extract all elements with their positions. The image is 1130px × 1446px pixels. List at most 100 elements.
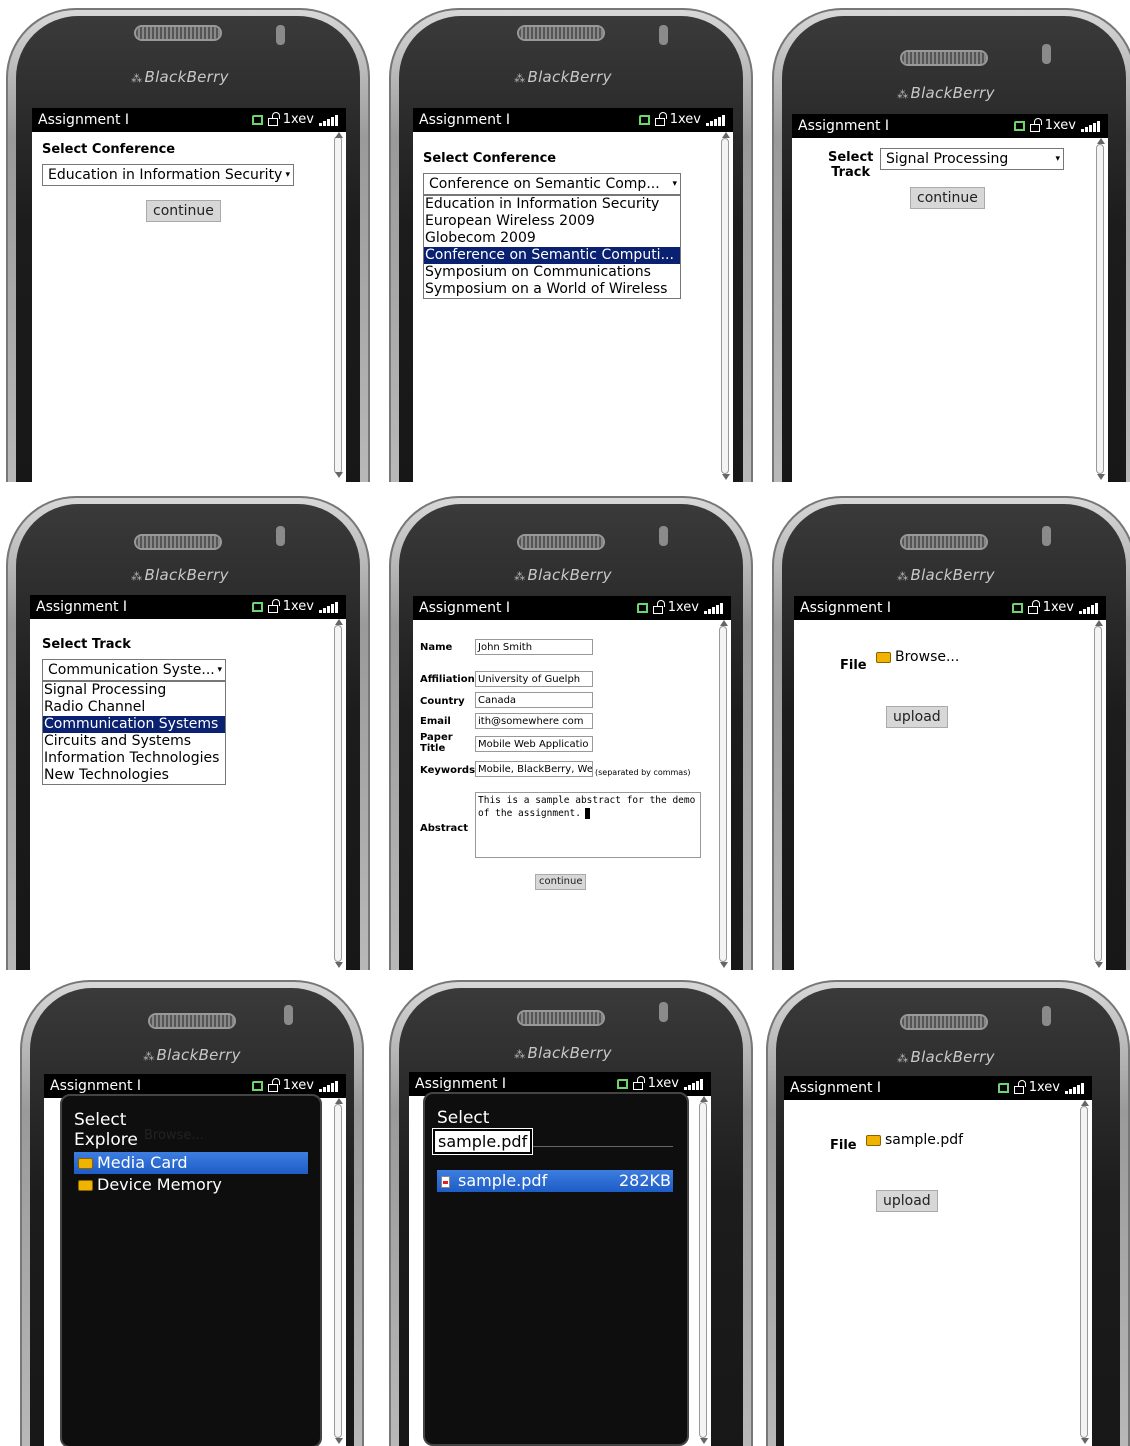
browse-button[interactable]: Browse... <box>876 649 959 665</box>
scrollbar[interactable] <box>334 625 342 962</box>
file-label: File <box>840 658 867 673</box>
dropdown-option-selected[interactable]: Conference on Semantic Computi... <box>424 247 680 264</box>
dropdown-option[interactable]: Globecom 2009 <box>424 230 680 247</box>
conference-select-value: Education in Information Security <box>48 167 283 183</box>
status-area: 1xev <box>636 596 723 620</box>
scroll-down-arrow-icon <box>722 474 730 480</box>
scroll-up-arrow-icon <box>720 620 728 626</box>
selected-file[interactable]: sample.pdf <box>866 1132 963 1148</box>
brand-logo: ⁂ BlackBerry <box>131 566 229 584</box>
dialog-title: Select <box>437 1108 490 1128</box>
dropdown-option[interactable]: Circuits and Systems <box>43 733 225 750</box>
camera-icon <box>659 25 668 45</box>
carrier-text: 1xev <box>282 112 314 127</box>
chevron-down-icon: ▾ <box>217 665 222 675</box>
network-icon <box>638 115 650 125</box>
phone-screen-8: ⁂ BlackBerry Assignment I 1xev Select sam… <box>383 972 759 1446</box>
dropdown-option[interactable]: Radio Channel <box>43 699 225 716</box>
dropdown-option[interactable]: Information Technologies <box>43 750 225 767</box>
dropdown-option[interactable]: Symposium on a World of Wireless <box>424 281 680 298</box>
affiliation-field[interactable]: University of Guelph <box>475 671 593 687</box>
status-area: 1xev <box>638 108 725 132</box>
dropdown-option[interactable]: European Wireless 2009 <box>424 213 680 230</box>
filename-tooltip: sample.pdf <box>433 1129 533 1154</box>
email-field[interactable]: ith@somewhere com <box>475 713 593 729</box>
scrollbar[interactable] <box>1096 144 1104 474</box>
screen: Assignment I 1xev File Browse... upload <box>794 596 1106 970</box>
scrollbar[interactable] <box>334 1104 342 1438</box>
camera-icon <box>659 526 668 546</box>
scroll-down-arrow-icon <box>1097 474 1105 480</box>
brand-logo: ⁂ BlackBerry <box>514 68 612 86</box>
speaker-grille <box>902 536 986 548</box>
dropdown-option[interactable]: Signal Processing <box>43 682 225 699</box>
signal-icon <box>319 1080 338 1092</box>
scrollbar[interactable] <box>721 138 729 474</box>
phone-screen-3: ⁂ BlackBerry Assignment I 1xev Select Tra… <box>766 0 1130 482</box>
carrier-text: 1xev <box>282 599 314 614</box>
dialog-title: Select Explore <box>74 1110 138 1150</box>
camera-icon <box>276 526 285 546</box>
signal-icon <box>319 601 338 613</box>
camera-icon <box>284 1005 293 1025</box>
scrollbar[interactable] <box>699 1102 707 1438</box>
dropdown-option[interactable]: Symposium on Communications <box>424 264 680 281</box>
continue-button[interactable]: continue <box>535 874 587 890</box>
track-select[interactable]: Signal Processing ▾ <box>880 148 1064 170</box>
brand-logo: ⁂ BlackBerry <box>897 1048 995 1066</box>
scroll-down-arrow-icon <box>335 962 343 968</box>
track-select[interactable]: Communication Syste... ▾ <box>42 659 226 681</box>
dropdown-option-selected[interactable]: Communication Systems <box>43 716 225 733</box>
continue-button[interactable]: continue <box>910 187 985 209</box>
title-bar: Assignment I 1xev <box>413 108 733 132</box>
carrier-text: 1xev <box>1044 118 1076 133</box>
continue-button[interactable]: continue <box>146 200 221 222</box>
phone-screen-5: ⁂ BlackBerry Assignment I 1xev Name John … <box>383 488 759 970</box>
app-title: Assignment I <box>798 118 890 134</box>
explore-item-selected[interactable]: Media Card <box>74 1152 308 1174</box>
paper-title-field[interactable]: Mobile Web Applicatio <box>475 736 593 752</box>
lock-icon <box>267 1078 280 1092</box>
chevron-down-icon: ▾ <box>672 179 677 189</box>
upload-button[interactable]: upload <box>886 706 948 728</box>
scroll-down-arrow-icon <box>700 1438 708 1444</box>
chevron-down-icon: ▾ <box>1055 154 1060 164</box>
file-name: sample.pdf <box>458 1171 548 1190</box>
explore-item[interactable]: Device Memory <box>74 1174 308 1196</box>
screen: Assignment I 1xev Select Conference Educ… <box>32 108 346 482</box>
scroll-down-arrow-icon <box>1095 962 1103 968</box>
scrollbar[interactable] <box>719 626 727 962</box>
conference-select[interactable]: Conference on Semantic Comp... ▾ <box>423 173 681 195</box>
file-list-item-selected[interactable]: sample.pdf 282KB <box>437 1170 673 1192</box>
signal-icon <box>1065 1082 1084 1094</box>
select-file-dialog: Select Explore Browse... Media Card Devi… <box>60 1094 322 1446</box>
title-bar: Assignment I 1xev <box>413 596 731 620</box>
upload-button[interactable]: upload <box>876 1190 938 1212</box>
scrollbar[interactable] <box>1094 626 1102 962</box>
carrier-text: 1xev <box>1042 600 1074 615</box>
keywords-hint: (separated by commas) <box>595 768 691 777</box>
country-field[interactable]: Canada <box>475 692 593 708</box>
dropdown-option[interactable]: Education in Information Security <box>424 196 680 213</box>
scrollbar[interactable] <box>334 136 342 474</box>
abstract-textarea[interactable]: This is a sample abstract for the demo o… <box>475 792 701 858</box>
network-icon <box>251 1081 263 1091</box>
name-field[interactable]: John Smith <box>475 639 593 655</box>
speaker-grille <box>150 1015 234 1027</box>
file-size: 282KB <box>618 1171 671 1190</box>
camera-icon <box>659 1002 668 1022</box>
scroll-down-arrow-icon <box>720 962 728 968</box>
network-icon <box>616 1079 628 1089</box>
chevron-down-icon: ▾ <box>285 170 290 180</box>
dropdown-option[interactable]: New Technologies <box>43 767 225 784</box>
speaker-grille <box>136 536 220 548</box>
select-file-dialog: Select sample.pdf sample.pdf 282KB <box>423 1092 689 1446</box>
scrollbar[interactable] <box>1080 1106 1088 1438</box>
signal-icon <box>1081 120 1100 132</box>
brand-logo: ⁂ BlackBerry <box>514 566 612 584</box>
scroll-down-arrow-icon <box>1081 1438 1089 1444</box>
keywords-field[interactable]: Mobile, BlackBerry, We <box>475 761 593 777</box>
conference-select[interactable]: Education in Information Security ▾ <box>42 164 294 186</box>
phone-screen-2: ⁂ BlackBerry Assignment I 1xev Select Con… <box>383 0 759 482</box>
camera-icon <box>1042 526 1051 546</box>
